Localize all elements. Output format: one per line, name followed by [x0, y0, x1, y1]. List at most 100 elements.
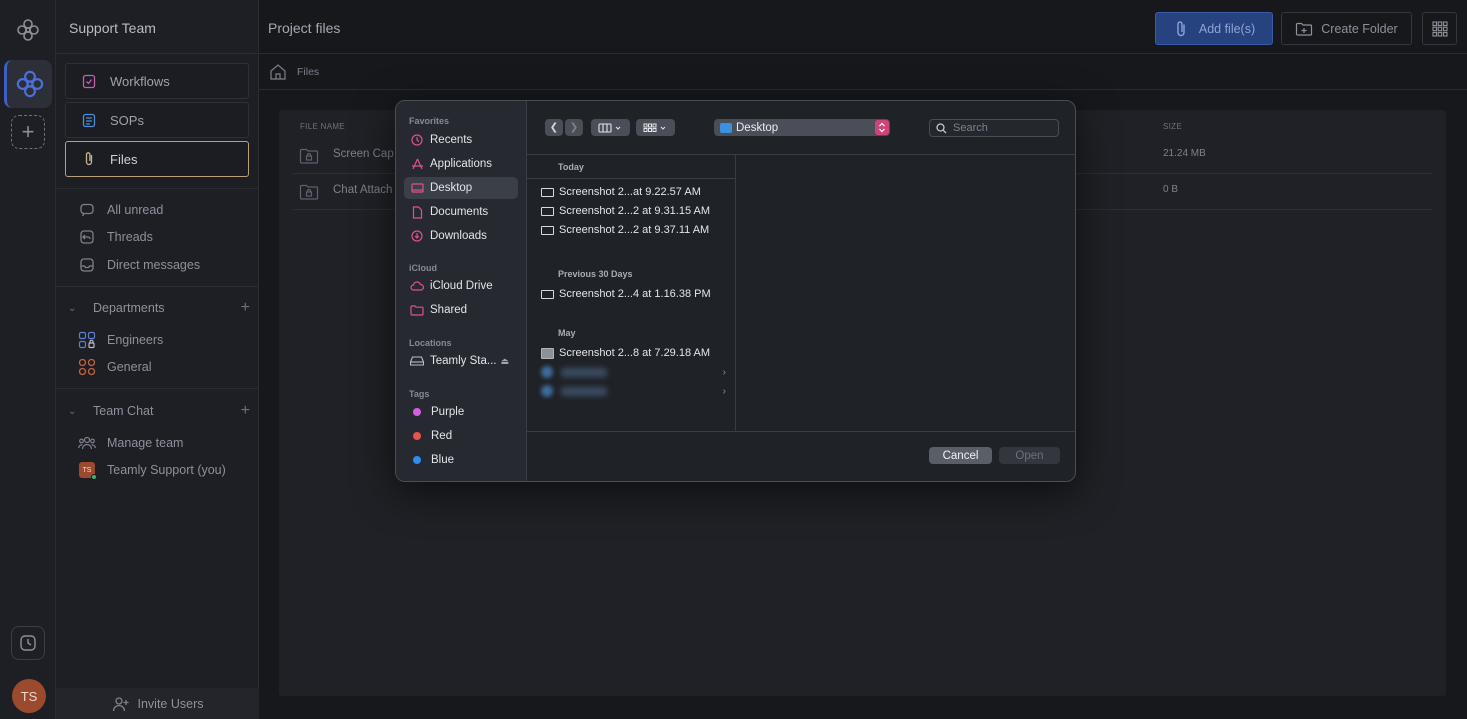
- sidebar-item-label: Threads: [107, 230, 153, 244]
- sidebar-item-downloads[interactable]: Downloads: [404, 225, 518, 247]
- nav-workflows[interactable]: Workflows: [65, 63, 249, 99]
- team-chat-header[interactable]: ⌄ Team Chat +: [68, 402, 250, 420]
- file-column: Today Screenshot 2...at 9.22.57 AM Scree…: [527, 155, 736, 431]
- plus-icon: +: [21, 119, 35, 144]
- team-name[interactable]: Support Team: [69, 20, 156, 36]
- sidebar-item-desktop[interactable]: Desktop: [404, 177, 518, 199]
- document-icon: [410, 205, 424, 219]
- sidebar-item-all-unread[interactable]: All unread: [78, 201, 163, 219]
- cancel-button[interactable]: Cancel: [929, 447, 992, 464]
- column-header-size[interactable]: SIZE: [1163, 122, 1182, 131]
- clipboard-check-icon: [80, 72, 98, 90]
- departments-header[interactable]: ⌄ Departments +: [68, 299, 250, 317]
- file-item[interactable]: Screenshot 2...8 at 7.29.18 AM: [541, 347, 710, 359]
- tag-dot-icon: [413, 432, 421, 440]
- sidebar-item-tag-red[interactable]: Red: [404, 425, 518, 447]
- back-button[interactable]: ❮: [545, 119, 563, 136]
- sidebar-item-label: Desktop: [430, 182, 473, 194]
- view-columns-button[interactable]: [591, 119, 630, 136]
- create-folder-button[interactable]: Create Folder: [1281, 12, 1412, 45]
- sidebar-item-tag-purple[interactable]: Purple: [404, 401, 518, 423]
- sidebar-item-engineers[interactable]: Engineers: [78, 331, 163, 349]
- divider: [56, 188, 259, 189]
- nav-sops[interactable]: SOPs: [65, 102, 249, 138]
- nav-label: Workflows: [110, 73, 170, 89]
- team-sidebar: Support Team Workflows SOPs Files All un…: [56, 0, 259, 719]
- history-button[interactable]: [11, 626, 45, 660]
- blurred-folder-item[interactable]: ›: [541, 366, 726, 378]
- location-popup[interactable]: Desktop: [714, 119, 890, 136]
- file-item[interactable]: Screenshot 2...2 at 9.37.11 AM: [541, 224, 709, 236]
- search-field[interactable]: Search: [929, 119, 1059, 137]
- chevron-right-icon: ›: [722, 366, 726, 378]
- sidebar-item-threads[interactable]: Threads: [78, 228, 153, 246]
- group-heading: May: [558, 328, 576, 338]
- open-file-dialog: Favorites Recents Applications Desktop D…: [395, 100, 1076, 482]
- folder-lock-icon: [299, 147, 319, 168]
- sidebar-item-label: iCloud Drive: [430, 280, 493, 292]
- column-header-name[interactable]: FILE NAME: [300, 122, 345, 131]
- add-chat-button[interactable]: +: [241, 402, 250, 420]
- icloud-heading: iCloud: [409, 263, 437, 273]
- sidebar-item-general[interactable]: General: [78, 358, 151, 376]
- sidebar-item-icloud-drive[interactable]: iCloud Drive: [404, 275, 518, 297]
- chevron-down-icon: ⌄: [68, 405, 77, 417]
- sidebar-item-tag-blue[interactable]: Blue: [404, 449, 518, 471]
- file-item[interactable]: Screenshot 2...4 at 1.16.38 PM: [541, 288, 711, 300]
- group-by-button[interactable]: [636, 119, 675, 136]
- group-heading: Previous 30 Days: [558, 269, 633, 279]
- workspace-button[interactable]: [4, 60, 52, 108]
- sidebar-item-teamly-volume[interactable]: Teamly Sta... ⏏: [404, 350, 518, 372]
- divider: [56, 286, 259, 287]
- eject-icon[interactable]: ⏏: [500, 356, 509, 367]
- nav-files[interactable]: Files: [65, 141, 249, 177]
- add-workspace-button[interactable]: +: [11, 115, 45, 149]
- paperclip-icon: [80, 150, 98, 168]
- invite-label: Invite Users: [137, 696, 204, 711]
- view-grid-button[interactable]: [1422, 12, 1457, 45]
- sidebar-item-shared[interactable]: Shared: [404, 299, 518, 321]
- sidebar-item-label: Manage team: [107, 436, 184, 450]
- sidebar-item-documents[interactable]: Documents: [404, 201, 518, 223]
- home-icon[interactable]: [269, 63, 287, 81]
- avatar-initials: TS: [82, 466, 92, 474]
- file-icon: [541, 225, 554, 235]
- open-button[interactable]: Open: [999, 447, 1060, 464]
- desktop-icon: [410, 181, 424, 195]
- divider: [259, 89, 1467, 90]
- sidebar-item-label: Documents: [430, 206, 489, 218]
- group-heading: Today: [558, 162, 584, 172]
- blurred-folder-item[interactable]: ›: [541, 385, 726, 397]
- columns-view-icon: [597, 122, 620, 133]
- blurred-label: [561, 386, 607, 396]
- add-files-button[interactable]: Add file(s): [1155, 12, 1273, 45]
- file-item[interactable]: Screenshot 2...at 9.22.57 AM: [541, 186, 701, 198]
- shared-folder-icon: [410, 303, 424, 317]
- sidebar-item-applications[interactable]: Applications: [404, 153, 518, 175]
- file-item-label: Screenshot 2...8 at 7.29.18 AM: [559, 347, 711, 359]
- file-size: 21.24 MB: [1163, 148, 1206, 159]
- breadcrumb-item[interactable]: Files: [297, 66, 319, 78]
- updown-chevron-icon: [875, 120, 889, 135]
- user-avatar[interactable]: TS: [12, 679, 46, 713]
- forward-button[interactable]: ❯: [565, 119, 583, 136]
- workspace-rail: + TS: [0, 0, 56, 719]
- sidebar-item-teamly-support[interactable]: TS Teamly Support (you): [78, 461, 226, 480]
- sidebar-item-direct-messages[interactable]: Direct messages: [78, 256, 200, 274]
- file-item[interactable]: Screenshot 2...2 at 9.31.15 AM: [541, 205, 710, 217]
- invite-users-button[interactable]: Invite Users: [56, 688, 259, 719]
- divider: [527, 178, 736, 179]
- image-file-icon: [541, 347, 554, 359]
- sidebar-item-label: Blue: [431, 454, 455, 466]
- grid-icon: [1431, 20, 1448, 37]
- file-name: Screen Cap: [333, 148, 394, 160]
- list-clipboard-icon: [80, 111, 98, 129]
- app-logo-icon[interactable]: [14, 16, 42, 44]
- add-department-button[interactable]: +: [241, 299, 250, 317]
- file-item-label: Screenshot 2...2 at 9.31.15 AM: [559, 205, 711, 217]
- sidebar-item-manage-team[interactable]: Manage team: [78, 434, 183, 452]
- file-item-label: Screenshot 2...4 at 1.16.38 PM: [559, 288, 711, 300]
- sidebar-item-recents[interactable]: Recents: [404, 129, 518, 151]
- divider: [527, 431, 1075, 432]
- sidebar-item-label: General: [107, 360, 152, 374]
